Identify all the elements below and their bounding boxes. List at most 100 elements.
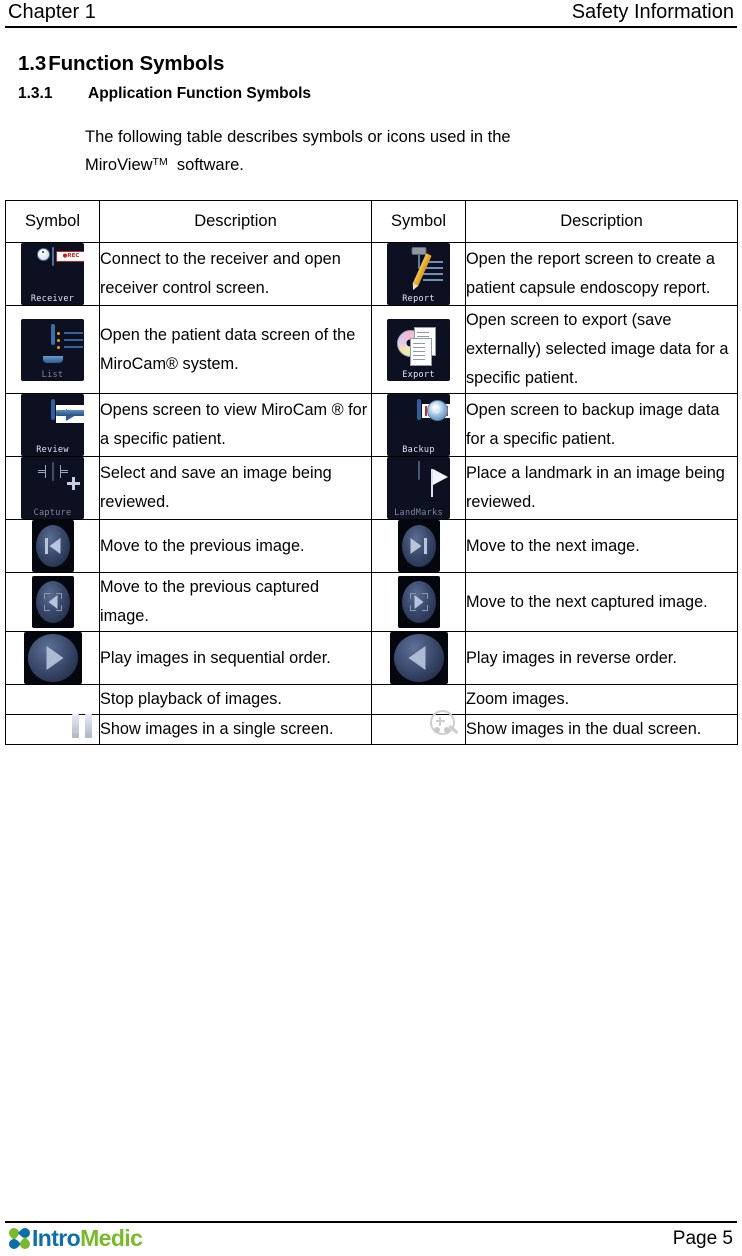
backup-icon-art	[416, 399, 450, 421]
description-cell: Move to the previous image.	[99, 519, 372, 573]
previous-image-icon	[31, 520, 74, 572]
clover-icon	[6, 1225, 33, 1252]
symbol-cell	[5, 631, 100, 685]
symbol-cell: Capture	[5, 456, 100, 520]
description-cell: Move to the next captured image.	[465, 572, 738, 632]
description-cell: Select and save an image being reviewed.	[99, 456, 372, 520]
table-row: List Open the patient data screen of the…	[5, 305, 738, 394]
symbol-cell	[5, 519, 100, 573]
symbol-cell	[371, 519, 466, 573]
header-section-label: Safety Information	[571, 1, 734, 23]
next-image-icon	[397, 520, 440, 572]
table-row: Capture Select and save an image being r…	[5, 456, 738, 520]
disc-icon	[426, 400, 448, 421]
icon-caption: Backup	[402, 445, 435, 455]
description-cell: Open screen to export (save externally) …	[465, 305, 738, 394]
receiver-knob-icon	[36, 248, 50, 261]
function-symbols-table: Symbol Description Symbol Description ●R…	[5, 200, 738, 745]
footer-divider-rule	[5, 1221, 737, 1223]
column-header-description-right: Description	[465, 200, 738, 243]
table-row: Review Opens screen to view MiroCam ® fo…	[5, 393, 738, 457]
rec-badge: ●REC	[55, 251, 84, 262]
icon-caption: Capture	[33, 508, 72, 518]
icon-caption: LandMarks	[394, 508, 443, 518]
table-row: Stop playback of images. Zoom images.	[5, 684, 738, 738]
column-header-symbol-left: Symbol	[5, 200, 100, 243]
description-cell: Opens screen to view MiroCam ® for a spe…	[99, 393, 372, 457]
description-cell: Move to the previous captured image.	[99, 572, 372, 632]
description-cell: Move to the next image.	[465, 519, 738, 573]
landmarks-icon: LandMarks	[387, 457, 450, 519]
intromedic-logo: IntroMedic	[6, 1225, 143, 1252]
report-icon: Report	[387, 243, 450, 305]
receiver-icon-art: ●REC	[36, 247, 84, 266]
description-cell: Connect to the receiver and open receive…	[99, 242, 372, 306]
description-cell: Play images in sequential order.	[99, 631, 372, 685]
section-number: 1.3	[18, 52, 47, 75]
landmarks-icon-art	[417, 461, 448, 497]
description-cell: Open the patient data screen of the Miro…	[99, 305, 372, 394]
page-footer: IntroMedic Page 5	[5, 1221, 737, 1252]
description-cell: Open screen to backup image data for a s…	[465, 393, 738, 457]
symbol-cell: Backup	[371, 393, 466, 457]
section-heading-1-3: 1.3 Function Symbols	[18, 52, 742, 76]
symbol-cell: ●REC Receiver	[5, 242, 100, 306]
table-row: Play images in sequential order. Play im…	[5, 631, 738, 685]
column-header-description-left: Description	[99, 200, 372, 243]
capture-icon: Capture	[21, 457, 84, 519]
symbol-cell	[371, 684, 466, 735]
logo-wordmark: IntroMedic	[32, 1225, 143, 1251]
table-row: Show images in a single screen. Show ima…	[5, 714, 738, 745]
intro-line-2: MiroViewTM software.	[85, 150, 666, 178]
description-cell: Show images in a single screen.	[99, 714, 372, 745]
capture-icon-art	[37, 462, 80, 490]
review-icon: Review	[21, 394, 84, 456]
backup-icon: Backup	[387, 394, 450, 456]
description-cell: Show images in the dual screen.	[465, 714, 738, 745]
next-captured-image-icon	[397, 576, 440, 628]
icon-caption: Receiver	[30, 294, 75, 304]
symbol-cell: Review	[5, 393, 100, 457]
list-icon-art	[42, 323, 83, 363]
symbol-cell	[5, 572, 100, 632]
column-header-symbol-right: Symbol	[371, 200, 466, 243]
symbol-cell	[371, 631, 466, 685]
section-title: Function Symbols	[48, 52, 225, 75]
symbol-cell	[5, 684, 100, 738]
symbol-cell: Export	[371, 305, 466, 394]
review-icon-art	[50, 399, 84, 423]
header-chapter-label: Chapter 1	[8, 1, 96, 23]
play-forward-icon	[23, 632, 82, 684]
logo-intro-text: Intro	[32, 1225, 81, 1251]
subsection-heading-1-3-1: 1.3.1 Application Function Symbols	[18, 84, 742, 103]
page-number: Page 5	[672, 1227, 733, 1249]
icon-caption: Export	[402, 369, 435, 380]
description-cell: Zoom images.	[465, 684, 738, 715]
export-icon-art	[396, 326, 441, 366]
description-cell: Play images in reverse order.	[465, 631, 738, 685]
table-row: Move to the previous image. Move to the …	[5, 519, 738, 573]
description-cell: Open the report screen to create a patie…	[465, 242, 738, 306]
symbol-cell	[371, 572, 466, 632]
play-reverse-icon	[389, 632, 448, 684]
header-divider-rule	[5, 26, 737, 28]
report-icon-art	[411, 247, 443, 287]
receiver-icon: ●REC Receiver	[21, 243, 84, 305]
list-icon: List	[21, 318, 84, 381]
icon-caption: List	[41, 369, 64, 380]
table-row: Move to the previous captured image. Mov…	[5, 572, 738, 632]
intro-paragraph: The following table describes symbols or…	[85, 125, 666, 178]
trademark-mark: TM	[152, 156, 168, 168]
description-cell: Stop playback of images.	[99, 684, 372, 715]
intro-line-2-tail: software.	[176, 156, 244, 174]
previous-captured-image-icon	[31, 576, 74, 628]
pencil-icon	[411, 253, 432, 287]
table-row: ●REC Receiver Connect to the receiver an…	[5, 242, 738, 306]
intro-line-1: The following table describes symbols or…	[85, 128, 511, 146]
subsection-number: 1.3.1	[18, 85, 53, 102]
table-header-row: Symbol Description Symbol Description	[5, 200, 738, 243]
logo-medic-text: Medic	[80, 1225, 143, 1251]
icon-caption: Review	[36, 445, 69, 455]
export-icon: Export	[387, 318, 450, 381]
page-running-header: Chapter 1 Safety Information	[0, 0, 742, 26]
